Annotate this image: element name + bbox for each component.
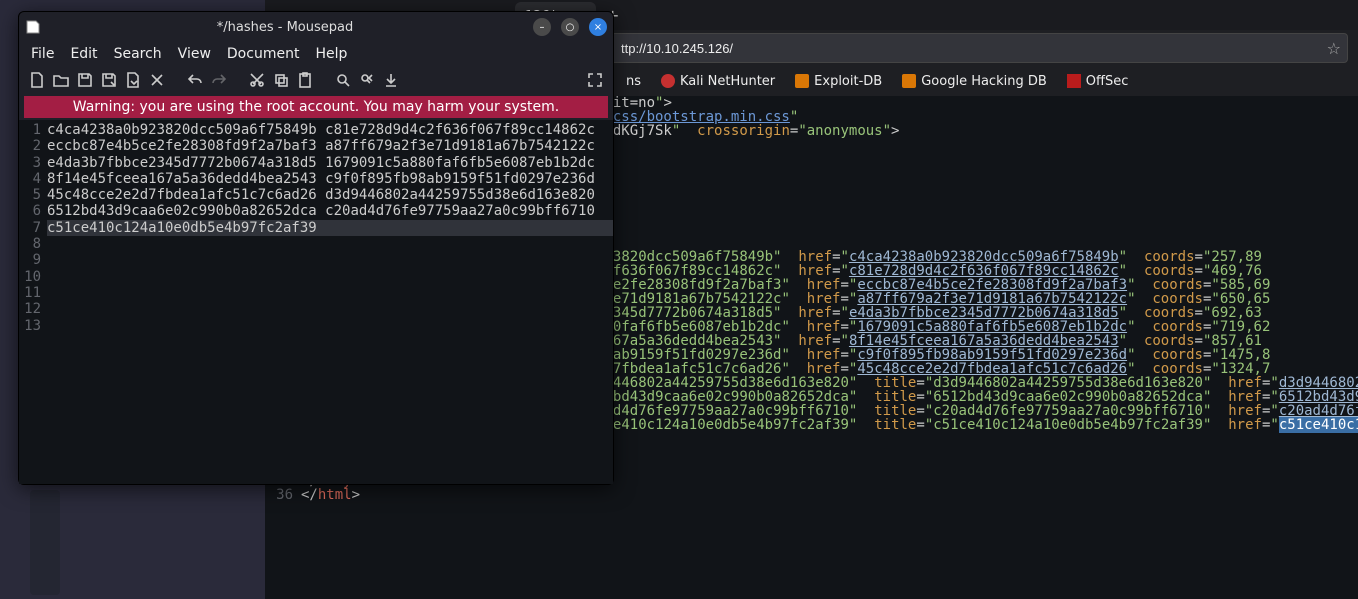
url-input[interactable] — [617, 37, 1327, 60]
cut-icon[interactable] — [247, 70, 267, 90]
bookmark-star-icon[interactable]: ☆ — [1327, 39, 1341, 58]
paste-icon[interactable] — [295, 70, 315, 90]
bookmark-item[interactable]: Kali NetHunter — [655, 72, 781, 91]
close-file-icon[interactable] — [147, 70, 167, 90]
bookmark-item[interactable]: Google Hacking DB — [896, 72, 1053, 91]
url-bar[interactable]: ☆ — [610, 33, 1348, 63]
search-icon[interactable] — [333, 70, 353, 90]
close-button[interactable]: × — [589, 18, 607, 36]
minimize-button[interactable]: – — [533, 18, 551, 36]
save-as-icon[interactable] — [99, 70, 119, 90]
root-warning: Warning: you are using the root account.… — [24, 96, 608, 118]
menu-document[interactable]: Document — [227, 46, 300, 62]
mousepad-app-icon — [25, 19, 41, 35]
bookmark-item[interactable]: ns — [620, 72, 647, 91]
bookmark-item[interactable]: Exploit-DB — [789, 72, 888, 91]
window-title: */hashes - Mousepad — [47, 20, 523, 35]
editor-body[interactable]: 12345678910111213 c4ca4238a0b923820dcc50… — [19, 120, 613, 484]
kali-icon — [661, 74, 675, 88]
mousepad-window: */hashes - Mousepad – ○ × File Edit Sear… — [18, 11, 614, 485]
fullscreen-icon[interactable] — [585, 70, 605, 90]
new-file-icon[interactable] — [27, 70, 47, 90]
menu-file[interactable]: File — [31, 46, 54, 62]
line-gutter: 12345678910111213 — [19, 120, 45, 484]
menu-help[interactable]: Help — [315, 46, 347, 62]
ghdb-icon — [902, 74, 916, 88]
menu-bar: File Edit Search View Document Help — [19, 42, 613, 66]
menu-view[interactable]: View — [178, 46, 211, 62]
copy-icon[interactable] — [271, 70, 291, 90]
save-icon[interactable] — [75, 70, 95, 90]
maximize-button[interactable]: ○ — [561, 18, 579, 36]
menu-edit[interactable]: Edit — [70, 46, 97, 62]
titlebar[interactable]: */hashes - Mousepad – ○ × — [19, 12, 613, 42]
toolbar — [19, 66, 613, 94]
goto-icon[interactable] — [381, 70, 401, 90]
bookmark-item[interactable]: OffSec — [1061, 72, 1135, 91]
editor-text[interactable]: c4ca4238a0b923820dcc509a6f75849b c81e728… — [45, 120, 613, 484]
side-dock — [30, 490, 60, 595]
offsec-icon — [1067, 74, 1081, 88]
revert-icon[interactable] — [123, 70, 143, 90]
open-file-icon[interactable] — [51, 70, 71, 90]
exploitdb-icon — [795, 74, 809, 88]
search-replace-icon[interactable] — [357, 70, 377, 90]
redo-icon[interactable] — [209, 70, 229, 90]
menu-search[interactable]: Search — [114, 46, 162, 62]
undo-icon[interactable] — [185, 70, 205, 90]
